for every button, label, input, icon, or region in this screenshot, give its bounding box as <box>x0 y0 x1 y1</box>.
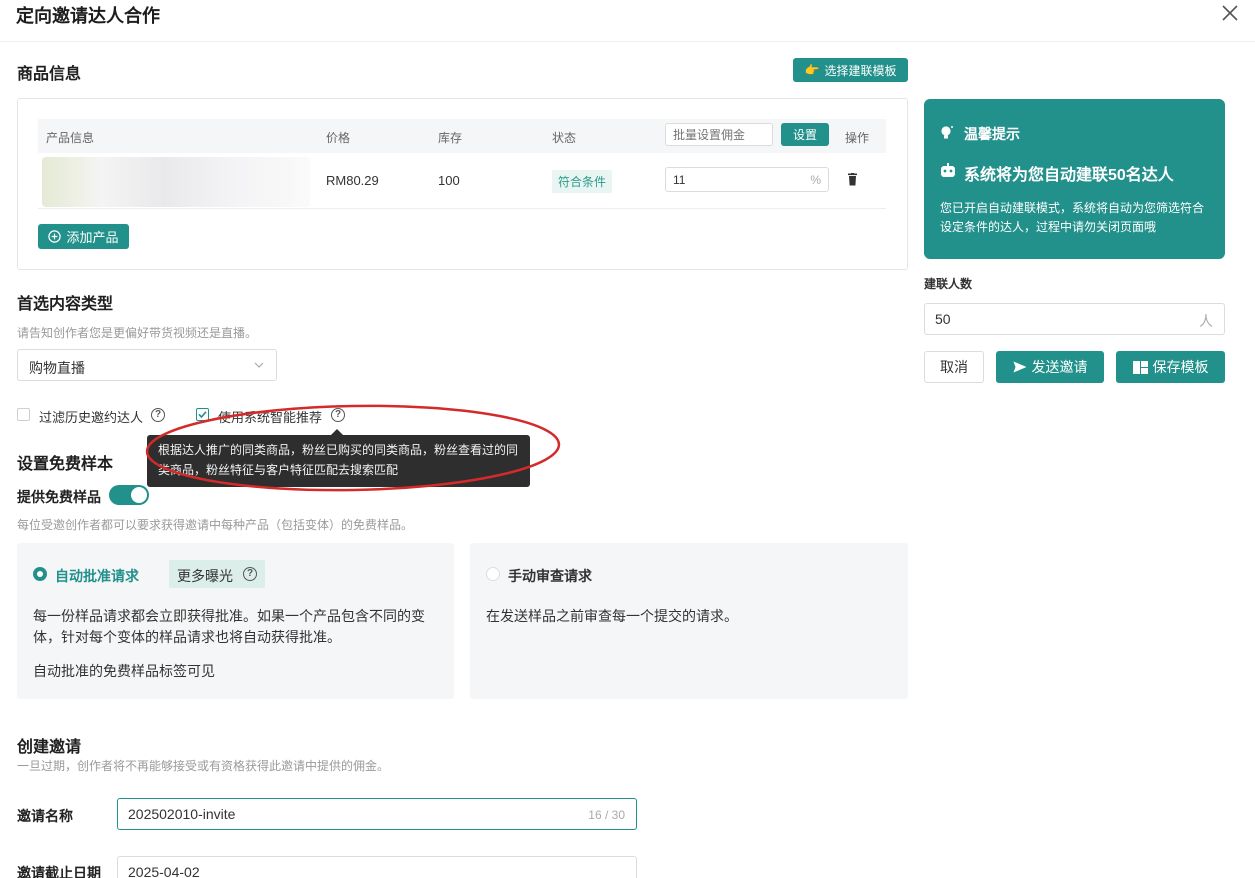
col-action: 操作 <box>845 131 870 145</box>
invite-deadline-label: 邀请截止日期 <box>17 865 101 878</box>
invite-name-label: 邀请名称 <box>17 808 73 824</box>
auto-approve-card[interactable]: 自动批准请求 更多曝光 ? 每一份样品请求都会立即获得批准。如果一个产品包含不同… <box>17 543 454 699</box>
cancel-button[interactable]: 取消 <box>924 351 984 383</box>
invite-name-value: 202502010-invite <box>128 806 236 822</box>
annotation-ellipse <box>145 404 561 492</box>
product-thumbnail[interactable] <box>42 157 310 207</box>
manual-review-radio[interactable] <box>486 567 500 581</box>
add-product-button[interactable]: 添加产品 <box>38 224 129 249</box>
product-stock: 100 <box>438 173 460 188</box>
auto-approve-desc: 每一份样品请求都会立即获得批准。如果一个产品包含不同的变体，针对每个变体的样品请… <box>33 608 425 645</box>
contact-count-unit: 人 <box>1199 313 1213 329</box>
free-sample-hint: 每位受邀创作者都可以要求获得邀请中每种产品（包括变体）的免费样品。 <box>17 518 414 532</box>
commission-value: 11 <box>673 173 686 187</box>
more-exposure-badge: 更多曝光 ? <box>169 560 265 588</box>
dialog-header: 定向邀请达人合作 <box>0 0 1255 42</box>
layout-icon <box>1132 360 1148 374</box>
tip-panel: 温馨提示 系统将为您自动建联50名达人 您已开启自动建联模式，系统将自动为您筛选… <box>924 99 1225 259</box>
col-status: 状态 <box>552 131 577 145</box>
select-template-button[interactable]: 👉 选择建联模板 <box>793 58 908 82</box>
free-sample-title: 设置免费样本 <box>17 456 114 473</box>
product-table-box: 产品信息 价格 库存 状态 设置 操作 RM80.29 100 符合条件 11 … <box>17 98 908 270</box>
invite-name-input[interactable]: 202502010-invite 16 / 30 <box>117 798 637 830</box>
save-template-button[interactable]: 保存模板 <box>1116 351 1225 383</box>
commission-unit: % <box>810 173 821 187</box>
dialog-title: 定向邀请达人合作 <box>16 6 160 26</box>
trash-icon[interactable] <box>847 173 858 186</box>
free-sample-toggle-label: 提供免费样品 <box>17 489 101 505</box>
col-price: 价格 <box>326 131 351 145</box>
bulk-commission-input[interactable] <box>665 123 773 146</box>
chevron-down-icon <box>254 362 264 368</box>
tip-title: 温馨提示 <box>964 126 1020 142</box>
product-section-title: 商品信息 <box>17 66 82 83</box>
close-icon[interactable] <box>1219 2 1241 24</box>
auto-approve-radio[interactable] <box>33 567 47 581</box>
manual-review-card[interactable]: 手动审查请求 在发送样品之前审查每一个提交的请求。 <box>470 543 908 699</box>
table-row: RM80.29 100 符合条件 11 % <box>38 153 886 209</box>
invite-deadline-input[interactable]: 2025-04-02 <box>117 856 637 878</box>
tip-desc: 您已开启自动建联模式，系统将自动为您筛选符合设定条件的达人，过程中请勿关闭页面哦 <box>940 201 1205 234</box>
set-commission-button[interactable]: 设置 <box>781 123 829 146</box>
filter-history-label: 过滤历史邀约达人 <box>39 410 144 425</box>
contact-count-input[interactable]: 50 人 <box>924 303 1225 335</box>
contact-count-label: 建联人数 <box>924 277 973 291</box>
pointing-hand-icon: 👉 <box>804 63 820 77</box>
send-icon <box>1013 361 1026 373</box>
send-invite-button[interactable]: 发送邀请 <box>996 351 1104 383</box>
status-badge: 符合条件 <box>552 170 613 193</box>
invite-name-counter: 16 / 30 <box>588 808 625 822</box>
invite-deadline-value: 2025-04-02 <box>128 864 200 878</box>
commission-field[interactable]: 11 % <box>665 167 829 192</box>
tip-headline: 系统将为您自动建联50名达人 <box>964 167 1174 184</box>
product-price: RM80.29 <box>326 173 379 188</box>
create-invite-hint: 一旦过期，创作者将不再能够接受或有资格获得此邀请中提供的佣金。 <box>17 759 390 773</box>
plus-circle-icon <box>48 230 62 243</box>
create-invite-title: 创建邀请 <box>17 739 82 756</box>
robot-icon <box>941 163 955 177</box>
content-type-title: 首选内容类型 <box>17 296 114 313</box>
question-circle-icon[interactable]: ? <box>243 567 257 581</box>
col-stock: 库存 <box>438 131 463 145</box>
table-header: 产品信息 价格 库存 状态 设置 操作 <box>38 119 886 153</box>
lightbulb-icon <box>941 126 953 139</box>
manual-review-title: 手动审查请求 <box>508 568 592 584</box>
content-type-select[interactable]: 购物直播 <box>17 349 277 381</box>
auto-approve-note: 自动批准的免费样品标签可见 <box>33 663 215 679</box>
filter-history-checkbox[interactable] <box>17 408 30 421</box>
contact-count-value: 50 <box>935 311 951 327</box>
manual-review-desc: 在发送样品之前审查每一个提交的请求。 <box>486 608 738 624</box>
content-type-value: 购物直播 <box>29 360 85 376</box>
auto-approve-title: 自动批准请求 <box>55 568 139 584</box>
col-product-info: 产品信息 <box>46 131 95 145</box>
content-type-hint: 请告知创作者您是更偏好带货视频还是直播。 <box>17 326 258 340</box>
